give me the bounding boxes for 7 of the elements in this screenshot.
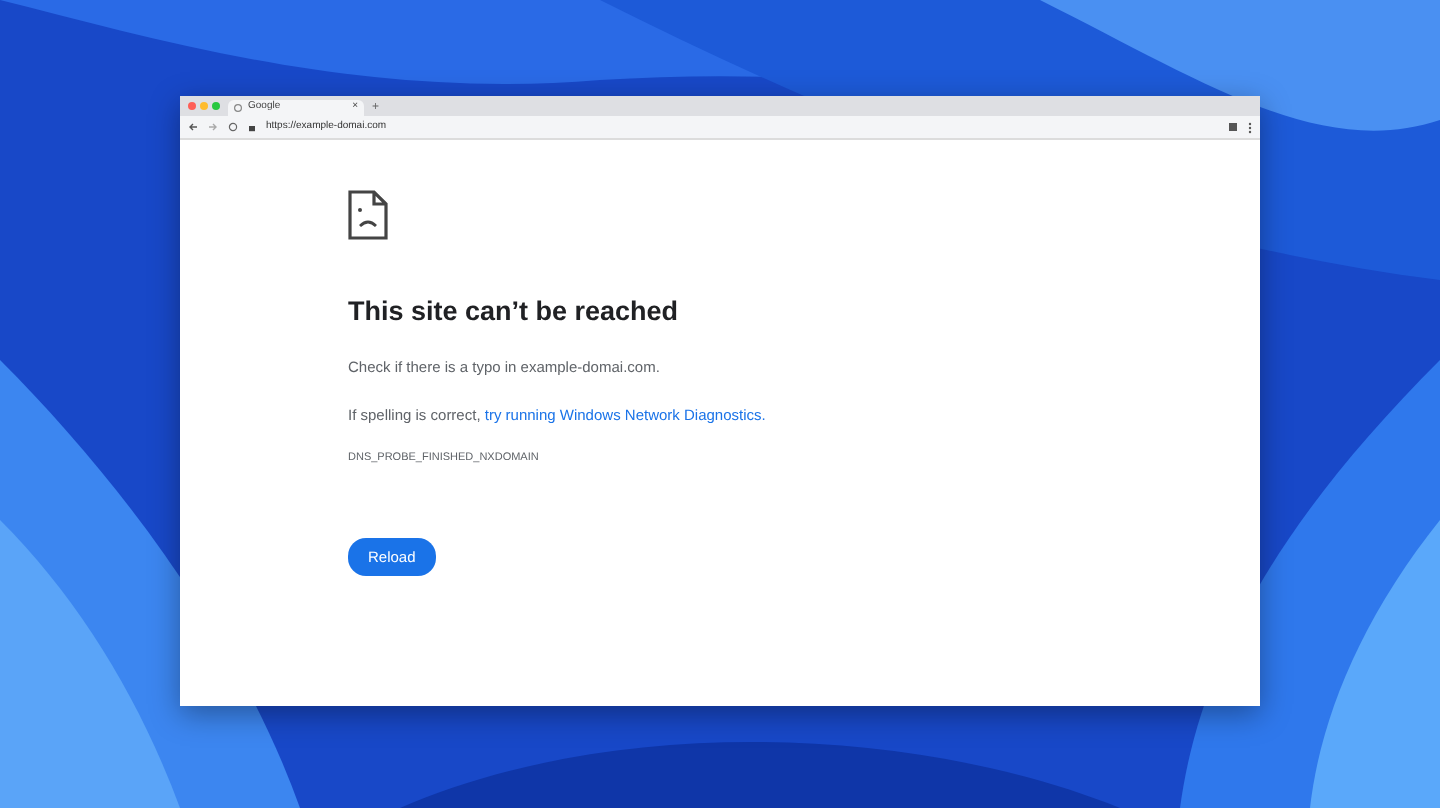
minimize-dot-icon[interactable] [200,102,208,110]
close-dot-icon[interactable] [188,102,196,110]
sad-page-icon [348,190,388,240]
maximize-dot-icon[interactable] [212,102,220,110]
error-heading: This site can’t be reached [348,294,681,330]
back-icon[interactable] [188,122,198,132]
extension-icon[interactable] [1228,122,1238,132]
